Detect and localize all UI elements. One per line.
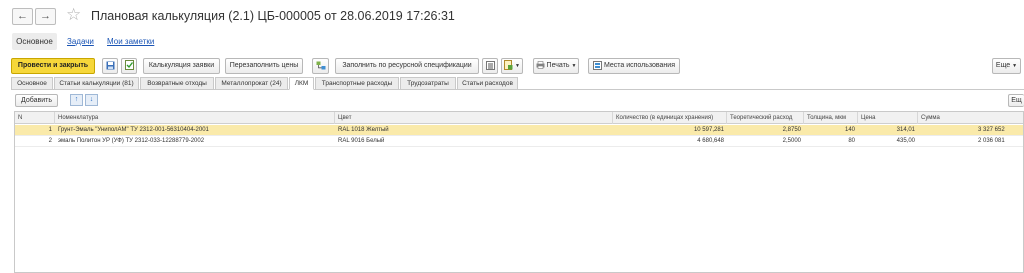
column-header-item[interactable]: Номенклатура: [55, 112, 335, 124]
column-header-sum[interactable]: Сумма: [918, 112, 1023, 124]
tab-cost-articles[interactable]: Статьи расходов: [457, 77, 518, 90]
page-title: Плановая калькуляция (2.1) ЦБ-000005 от …: [91, 9, 455, 23]
tab-main[interactable]: Основное: [12, 33, 57, 50]
usage-places-label: Места использования: [603, 62, 676, 69]
add-row-button[interactable]: Добавить: [15, 94, 58, 107]
more-label: Еще: [995, 62, 1011, 69]
table-row[interactable]: 2 эмаль Политон УР (УФ) ТУ 2312-033-1228…: [15, 136, 1023, 147]
fill-by-spec-button[interactable]: Заполнить по ресурсной спецификации: [335, 58, 479, 74]
print-label: Печать: [546, 62, 570, 69]
chevron-down-icon: ▼: [1012, 63, 1018, 69]
cell-sum: 2 036 081: [978, 138, 1005, 144]
column-header-rate[interactable]: Теоретический расход: [727, 112, 804, 124]
favorite-star-icon[interactable]: ☆: [66, 5, 81, 25]
move-down-button[interactable]: ↓: [85, 94, 98, 106]
cell-n: 2: [48, 138, 52, 144]
arrow-up-icon: ↑: [74, 96, 79, 103]
arrow-right-icon: →: [40, 10, 51, 22]
tab-tasks[interactable]: Задачи: [67, 33, 94, 50]
structure-icon: [316, 61, 325, 70]
post-document-icon: [124, 60, 134, 71]
arrow-left-icon: ←: [17, 10, 28, 22]
usage-places-icon: [592, 60, 602, 70]
cell-sum: 3 327 652: [978, 127, 1005, 133]
column-header-thickness[interactable]: Толщина, мкм: [804, 112, 858, 124]
post-and-close-button[interactable]: Провести и закрыть: [11, 58, 95, 74]
column-header-n[interactable]: N: [15, 112, 55, 124]
chevron-down-icon: ▼: [571, 63, 577, 69]
printer-icon: [536, 61, 545, 69]
tab-notes[interactable]: Мои заметки: [107, 33, 154, 50]
save-icon: [106, 61, 114, 70]
column-header-qty[interactable]: Количество (в единицах хранения): [613, 112, 727, 124]
column-header-color[interactable]: Цвет: [335, 112, 613, 124]
cell-price: 435,00: [896, 138, 915, 144]
cell-color: RAL 1018 Желтый: [338, 127, 389, 133]
post-button[interactable]: [121, 58, 137, 74]
cell-item: Грунт-Эмаль "УниполАМ" ТУ 2312-001-56310…: [58, 127, 209, 133]
title-bar: ← → ☆ Плановая калькуляция (2.1) ЦБ-0000…: [0, 0, 1024, 32]
more-actions-button[interactable]: Еще ▼: [992, 58, 1021, 74]
save-button[interactable]: [102, 58, 118, 74]
move-up-button[interactable]: ↑: [70, 94, 83, 106]
create-based-on-button[interactable]: ▼: [501, 58, 523, 74]
chevron-down-icon: ▼: [515, 63, 520, 69]
forward-button[interactable]: →: [35, 8, 56, 25]
command-bar: Провести и закрыть Калькуляция заявки Пе…: [11, 58, 1021, 74]
cell-rate: 2,5000: [782, 138, 801, 144]
table-row[interactable]: 1 Грунт-Эмаль "УниполАМ" ТУ 2312-001-563…: [15, 125, 1023, 136]
cell-rate: 2,8750: [782, 127, 801, 133]
table-more-button[interactable]: Ещ: [1008, 94, 1024, 107]
list-icon: [485, 60, 495, 70]
cell-thickness: 80: [848, 138, 855, 144]
cell-qty: 4 680,648: [697, 138, 724, 144]
cell-item: эмаль Политон УР (УФ) ТУ 2312-033-122887…: [58, 138, 205, 144]
tab-calc-articles[interactable]: Статьи калькуляции (81): [54, 77, 139, 90]
paint-table: N Номенклатура Цвет Количество (в единиц…: [14, 111, 1024, 273]
tab-labor[interactable]: Трудозатраты: [400, 77, 456, 90]
tab-paint[interactable]: ЛКМ: [289, 77, 314, 90]
cell-color: RAL 9016 Белый: [338, 138, 385, 144]
arrow-down-icon: ↓: [89, 96, 94, 103]
structure-button[interactable]: [312, 58, 329, 74]
document-create-icon: [504, 60, 513, 71]
cell-qty: 10 597,281: [693, 127, 724, 133]
table-toolbar: Добавить ↑ ↓ Ещ: [15, 94, 1024, 107]
list-button[interactable]: [482, 58, 498, 74]
back-button[interactable]: ←: [12, 8, 33, 25]
section-tabs: Основное Статьи калькуляции (81) Возврат…: [11, 77, 1024, 90]
tab-transport-costs[interactable]: Транспортные расходы: [315, 77, 399, 90]
tab-rolled-metal[interactable]: Металлопрокат (24): [215, 77, 288, 90]
cell-thickness: 140: [844, 127, 855, 133]
calc-request-button[interactable]: Калькуляция заявки: [143, 58, 220, 74]
cell-price: 314,01: [896, 127, 915, 133]
table-header: N Номенклатура Цвет Количество (в единиц…: [15, 112, 1023, 124]
refill-prices-button[interactable]: Перезаполнить цены: [225, 58, 303, 74]
cell-n: 1: [48, 127, 52, 133]
print-button[interactable]: Печать ▼: [533, 58, 579, 74]
tab-main-section[interactable]: Основное: [11, 77, 53, 90]
usage-places-button[interactable]: Места использования: [588, 58, 680, 74]
column-header-price[interactable]: Цена: [858, 112, 918, 124]
tab-returnable-waste[interactable]: Возвратные отходы: [140, 77, 214, 90]
